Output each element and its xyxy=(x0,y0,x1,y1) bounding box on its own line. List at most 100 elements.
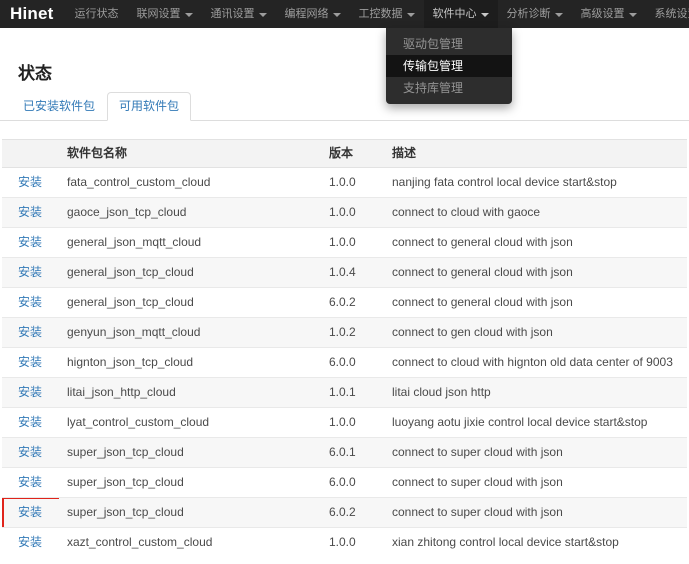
nav-item-1[interactable]: 联网设置 xyxy=(128,0,202,28)
package-description-cell: nanjing fata control local device start&… xyxy=(384,168,687,198)
package-version-cell: 1.0.0 xyxy=(321,528,384,558)
nav-item-7[interactable]: 高级设置 xyxy=(572,0,646,28)
package-version-cell: 1.0.2 xyxy=(321,318,384,348)
dropdown-item-0[interactable]: 驱动包管理 xyxy=(386,33,512,55)
tab-1: 可用软件包 xyxy=(107,92,191,121)
brand-logo[interactable]: Hinet xyxy=(0,0,64,28)
nav-item-label: 软件中心 xyxy=(433,0,477,28)
table-row: 安装 general_json_tcp_cloud 1.0.4 connect … xyxy=(2,258,687,288)
nav-item-label: 分析诊断 xyxy=(507,0,551,28)
main-content: 状态 已安装软件包 可用软件包 软件包名称 版本 描述 安装 fata_cont… xyxy=(0,64,689,557)
nav-item-5[interactable]: 软件中心 xyxy=(424,0,498,28)
tabs: 已安装软件包 可用软件包 xyxy=(0,92,689,121)
nav-item-label: 系统设置 xyxy=(655,0,689,28)
table-row: 安装 general_json_tcp_cloud 6.0.2 connect … xyxy=(2,288,687,318)
package-version-cell: 1.0.0 xyxy=(321,228,384,258)
caret-down-icon xyxy=(481,13,489,17)
install-link[interactable]: 安装 xyxy=(18,475,42,489)
package-name-cell: super_json_tcp_cloud xyxy=(59,438,321,468)
package-description-cell: connect to cloud with hignton old data c… xyxy=(384,348,687,378)
table-row: 安装 gaoce_json_tcp_cloud 1.0.0 connect to… xyxy=(2,198,687,228)
install-link[interactable]: 安装 xyxy=(18,175,42,189)
package-version-cell: 6.0.2 xyxy=(321,288,384,318)
package-name-cell: general_json_tcp_cloud xyxy=(59,288,321,318)
dropdown-item-2[interactable]: 支持库管理 xyxy=(386,77,512,99)
nav-item-label: 运行状态 xyxy=(75,0,119,28)
nav-item-label: 通讯设置 xyxy=(211,0,255,28)
nav-item-0[interactable]: 运行状态 xyxy=(66,0,128,28)
install-link[interactable]: 安装 xyxy=(18,415,42,429)
nav-item-6[interactable]: 分析诊断 xyxy=(498,0,572,28)
package-name-cell: hignton_json_tcp_cloud xyxy=(59,348,321,378)
nav-item-3[interactable]: 编程网络 xyxy=(276,0,350,28)
install-link[interactable]: 安装 xyxy=(18,265,42,279)
nav-item-4[interactable]: 工控数据 xyxy=(350,0,424,28)
package-description-cell: connect to super cloud with json xyxy=(384,438,687,468)
package-name-cell: xazt_control_custom_cloud xyxy=(59,528,321,558)
table-row: 安装 lyat_control_custom_cloud 1.0.0 luoya… xyxy=(2,408,687,438)
package-version-cell: 1.0.0 xyxy=(321,168,384,198)
install-link[interactable]: 安装 xyxy=(18,235,42,249)
package-name-cell: general_json_mqtt_cloud xyxy=(59,228,321,258)
package-description-cell: litai cloud json http xyxy=(384,378,687,408)
package-name-cell: genyun_json_mqtt_cloud xyxy=(59,318,321,348)
page-title: 状态 xyxy=(18,64,689,84)
package-name-cell: lyat_control_custom_cloud xyxy=(59,408,321,438)
package-name-cell: litai_json_http_cloud xyxy=(59,378,321,408)
column-header-description: 描述 xyxy=(384,140,687,168)
caret-down-icon xyxy=(333,13,341,17)
install-link[interactable]: 安装 xyxy=(18,505,42,519)
package-name-cell: fata_control_custom_cloud xyxy=(59,168,321,198)
top-navbar: Hinet 运行状态 联网设置 通讯设置 编程网络 工控数据 软件中心 分析诊断… xyxy=(0,0,689,28)
table-row: 安装 general_json_mqtt_cloud 1.0.0 connect… xyxy=(2,228,687,258)
nav-item-label: 工控数据 xyxy=(359,0,403,28)
package-version-cell: 1.0.4 xyxy=(321,258,384,288)
package-description-cell: connect to cloud with gaoce xyxy=(384,198,687,228)
package-name-cell: super_json_tcp_cloud xyxy=(59,498,321,528)
package-table-body: 安装 fata_control_custom_cloud 1.0.0 nanji… xyxy=(2,168,687,558)
table-row: 安装 xazt_control_custom_cloud 1.0.0 xian … xyxy=(2,528,687,558)
caret-down-icon xyxy=(185,13,193,17)
package-description-cell: connect to gen cloud with json xyxy=(384,318,687,348)
table-row: 安装 litai_json_http_cloud 1.0.1 litai clo… xyxy=(2,378,687,408)
install-link[interactable]: 安装 xyxy=(18,205,42,219)
nav-item-label: 联网设置 xyxy=(137,0,181,28)
install-link[interactable]: 安装 xyxy=(18,445,42,459)
tab-0: 已安装软件包 xyxy=(11,92,107,121)
table-row: 安装 genyun_json_mqtt_cloud 1.0.2 connect … xyxy=(2,318,687,348)
table-row: 安装 fata_control_custom_cloud 1.0.0 nanji… xyxy=(2,168,687,198)
column-header-action xyxy=(2,140,59,168)
tab-link[interactable]: 可用软件包 xyxy=(107,92,191,121)
caret-down-icon xyxy=(629,13,637,17)
package-description-cell: xian zhitong control local device start&… xyxy=(384,528,687,558)
caret-down-icon xyxy=(259,13,267,17)
caret-down-icon xyxy=(555,13,563,17)
package-version-cell: 6.0.2 xyxy=(321,498,384,528)
caret-down-icon xyxy=(407,13,415,17)
install-link[interactable]: 安装 xyxy=(18,295,42,309)
column-header-version: 版本 xyxy=(321,140,384,168)
software-center-dropdown: 驱动包管理传输包管理支持库管理 xyxy=(386,28,512,104)
package-version-cell: 1.0.0 xyxy=(321,408,384,438)
table-row: 安装 super_json_tcp_cloud 6.0.0 connect to… xyxy=(2,468,687,498)
package-version-cell: 6.0.0 xyxy=(321,348,384,378)
table-row: 安装 super_json_tcp_cloud 6.0.2 connect to… xyxy=(2,498,687,528)
install-link[interactable]: 安装 xyxy=(18,385,42,399)
install-link[interactable]: 安装 xyxy=(18,325,42,339)
navbar-menu: 运行状态 联网设置 通讯设置 编程网络 工控数据 软件中心 分析诊断 高级设置 … xyxy=(66,0,689,28)
package-version-cell: 6.0.0 xyxy=(321,468,384,498)
nav-item-2[interactable]: 通讯设置 xyxy=(202,0,276,28)
install-link[interactable]: 安装 xyxy=(18,355,42,369)
table-header-row: 软件包名称 版本 描述 xyxy=(2,140,687,168)
dropdown-item-1[interactable]: 传输包管理 xyxy=(386,55,512,77)
tab-link[interactable]: 已安装软件包 xyxy=(11,92,107,121)
nav-item-label: 编程网络 xyxy=(285,0,329,28)
package-description-cell: connect to super cloud with json xyxy=(384,498,687,528)
package-version-cell: 1.0.0 xyxy=(321,198,384,228)
install-link[interactable]: 安装 xyxy=(18,535,42,549)
package-name-cell: gaoce_json_tcp_cloud xyxy=(59,198,321,228)
package-table: 软件包名称 版本 描述 安装 fata_control_custom_cloud… xyxy=(2,139,687,557)
column-header-name: 软件包名称 xyxy=(59,140,321,168)
nav-item-8[interactable]: 系统设置 xyxy=(646,0,689,28)
table-row: 安装 hignton_json_tcp_cloud 6.0.0 connect … xyxy=(2,348,687,378)
